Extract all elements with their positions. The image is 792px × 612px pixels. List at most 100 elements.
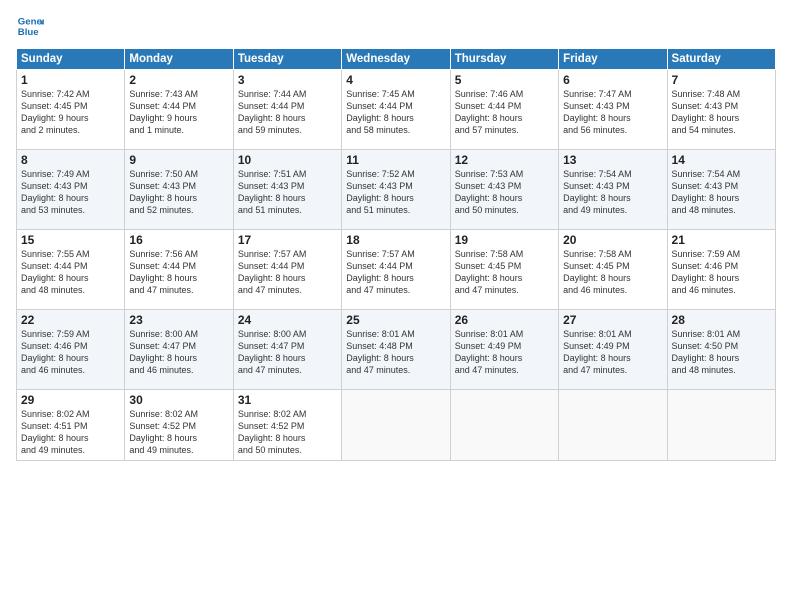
day-number: 10 xyxy=(238,153,337,167)
calendar-cell: 30Sunrise: 8:02 AMSunset: 4:52 PMDayligh… xyxy=(125,390,233,461)
calendar-cell: 15Sunrise: 7:55 AMSunset: 4:44 PMDayligh… xyxy=(17,230,125,310)
day-number: 20 xyxy=(563,233,662,247)
day-number: 21 xyxy=(672,233,771,247)
calendar-cell: 10Sunrise: 7:51 AMSunset: 4:43 PMDayligh… xyxy=(233,150,341,230)
calendar-cell: 7Sunrise: 7:48 AMSunset: 4:43 PMDaylight… xyxy=(667,70,775,150)
day-number: 25 xyxy=(346,313,445,327)
calendar-cell: 26Sunrise: 8:01 AMSunset: 4:49 PMDayligh… xyxy=(450,310,558,390)
calendar-cell: 27Sunrise: 8:01 AMSunset: 4:49 PMDayligh… xyxy=(559,310,667,390)
calendar-cell xyxy=(667,390,775,461)
calendar-cell: 20Sunrise: 7:58 AMSunset: 4:45 PMDayligh… xyxy=(559,230,667,310)
cell-details: Sunrise: 7:56 AMSunset: 4:44 PMDaylight:… xyxy=(129,248,228,297)
col-header-friday: Friday xyxy=(559,49,667,70)
calendar-cell: 5Sunrise: 7:46 AMSunset: 4:44 PMDaylight… xyxy=(450,70,558,150)
col-header-saturday: Saturday xyxy=(667,49,775,70)
calendar-cell: 29Sunrise: 8:02 AMSunset: 4:51 PMDayligh… xyxy=(17,390,125,461)
calendar-cell: 24Sunrise: 8:00 AMSunset: 4:47 PMDayligh… xyxy=(233,310,341,390)
cell-details: Sunrise: 7:43 AMSunset: 4:44 PMDaylight:… xyxy=(129,88,228,137)
calendar-cell: 17Sunrise: 7:57 AMSunset: 4:44 PMDayligh… xyxy=(233,230,341,310)
day-number: 27 xyxy=(563,313,662,327)
cell-details: Sunrise: 8:01 AMSunset: 4:49 PMDaylight:… xyxy=(563,328,662,377)
cell-details: Sunrise: 8:01 AMSunset: 4:48 PMDaylight:… xyxy=(346,328,445,377)
calendar-cell: 22Sunrise: 7:59 AMSunset: 4:46 PMDayligh… xyxy=(17,310,125,390)
cell-details: Sunrise: 7:42 AMSunset: 4:45 PMDaylight:… xyxy=(21,88,120,137)
calendar-cell: 18Sunrise: 7:57 AMSunset: 4:44 PMDayligh… xyxy=(342,230,450,310)
day-number: 6 xyxy=(563,73,662,87)
calendar-cell xyxy=(450,390,558,461)
calendar-cell: 6Sunrise: 7:47 AMSunset: 4:43 PMDaylight… xyxy=(559,70,667,150)
day-number: 26 xyxy=(455,313,554,327)
calendar-cell xyxy=(559,390,667,461)
calendar-cell: 19Sunrise: 7:58 AMSunset: 4:45 PMDayligh… xyxy=(450,230,558,310)
day-number: 8 xyxy=(21,153,120,167)
cell-details: Sunrise: 8:01 AMSunset: 4:49 PMDaylight:… xyxy=(455,328,554,377)
svg-text:General: General xyxy=(18,16,44,27)
cell-details: Sunrise: 7:54 AMSunset: 4:43 PMDaylight:… xyxy=(563,168,662,217)
cell-details: Sunrise: 8:02 AMSunset: 4:51 PMDaylight:… xyxy=(21,408,120,457)
calendar-cell: 12Sunrise: 7:53 AMSunset: 4:43 PMDayligh… xyxy=(450,150,558,230)
cell-details: Sunrise: 7:48 AMSunset: 4:43 PMDaylight:… xyxy=(672,88,771,137)
day-number: 4 xyxy=(346,73,445,87)
cell-details: Sunrise: 7:58 AMSunset: 4:45 PMDaylight:… xyxy=(563,248,662,297)
calendar-header-row: SundayMondayTuesdayWednesdayThursdayFrid… xyxy=(17,49,776,70)
cell-details: Sunrise: 7:55 AMSunset: 4:44 PMDaylight:… xyxy=(21,248,120,297)
cell-details: Sunrise: 7:47 AMSunset: 4:43 PMDaylight:… xyxy=(563,88,662,137)
cell-details: Sunrise: 7:51 AMSunset: 4:43 PMDaylight:… xyxy=(238,168,337,217)
day-number: 1 xyxy=(21,73,120,87)
calendar-cell: 23Sunrise: 8:00 AMSunset: 4:47 PMDayligh… xyxy=(125,310,233,390)
calendar-cell: 13Sunrise: 7:54 AMSunset: 4:43 PMDayligh… xyxy=(559,150,667,230)
calendar-cell xyxy=(342,390,450,461)
cell-details: Sunrise: 7:59 AMSunset: 4:46 PMDaylight:… xyxy=(21,328,120,377)
cell-details: Sunrise: 7:57 AMSunset: 4:44 PMDaylight:… xyxy=(346,248,445,297)
day-number: 17 xyxy=(238,233,337,247)
col-header-tuesday: Tuesday xyxy=(233,49,341,70)
day-number: 11 xyxy=(346,153,445,167)
cell-details: Sunrise: 7:59 AMSunset: 4:46 PMDaylight:… xyxy=(672,248,771,297)
col-header-thursday: Thursday xyxy=(450,49,558,70)
cell-details: Sunrise: 8:00 AMSunset: 4:47 PMDaylight:… xyxy=(129,328,228,377)
cell-details: Sunrise: 7:49 AMSunset: 4:43 PMDaylight:… xyxy=(21,168,120,217)
calendar-cell: 4Sunrise: 7:45 AMSunset: 4:44 PMDaylight… xyxy=(342,70,450,150)
cell-details: Sunrise: 8:02 AMSunset: 4:52 PMDaylight:… xyxy=(238,408,337,457)
cell-details: Sunrise: 7:44 AMSunset: 4:44 PMDaylight:… xyxy=(238,88,337,137)
cell-details: Sunrise: 7:46 AMSunset: 4:44 PMDaylight:… xyxy=(455,88,554,137)
cell-details: Sunrise: 8:00 AMSunset: 4:47 PMDaylight:… xyxy=(238,328,337,377)
calendar-cell: 21Sunrise: 7:59 AMSunset: 4:46 PMDayligh… xyxy=(667,230,775,310)
calendar-cell: 1Sunrise: 7:42 AMSunset: 4:45 PMDaylight… xyxy=(17,70,125,150)
calendar-table: SundayMondayTuesdayWednesdayThursdayFrid… xyxy=(16,48,776,461)
cell-details: Sunrise: 7:54 AMSunset: 4:43 PMDaylight:… xyxy=(672,168,771,217)
day-number: 22 xyxy=(21,313,120,327)
calendar-cell: 11Sunrise: 7:52 AMSunset: 4:43 PMDayligh… xyxy=(342,150,450,230)
calendar-cell: 9Sunrise: 7:50 AMSunset: 4:43 PMDaylight… xyxy=(125,150,233,230)
cell-details: Sunrise: 8:02 AMSunset: 4:52 PMDaylight:… xyxy=(129,408,228,457)
cell-details: Sunrise: 7:52 AMSunset: 4:43 PMDaylight:… xyxy=(346,168,445,217)
calendar-cell: 3Sunrise: 7:44 AMSunset: 4:44 PMDaylight… xyxy=(233,70,341,150)
day-number: 23 xyxy=(129,313,228,327)
col-header-monday: Monday xyxy=(125,49,233,70)
day-number: 5 xyxy=(455,73,554,87)
day-number: 16 xyxy=(129,233,228,247)
calendar-cell: 14Sunrise: 7:54 AMSunset: 4:43 PMDayligh… xyxy=(667,150,775,230)
logo-icon: General Blue xyxy=(16,12,44,40)
logo: General Blue xyxy=(16,12,48,40)
header: General Blue xyxy=(16,12,776,40)
calendar-cell: 31Sunrise: 8:02 AMSunset: 4:52 PMDayligh… xyxy=(233,390,341,461)
calendar-cell: 8Sunrise: 7:49 AMSunset: 4:43 PMDaylight… xyxy=(17,150,125,230)
day-number: 29 xyxy=(21,393,120,407)
day-number: 13 xyxy=(563,153,662,167)
cell-details: Sunrise: 7:45 AMSunset: 4:44 PMDaylight:… xyxy=(346,88,445,137)
cell-details: Sunrise: 7:50 AMSunset: 4:43 PMDaylight:… xyxy=(129,168,228,217)
day-number: 30 xyxy=(129,393,228,407)
day-number: 9 xyxy=(129,153,228,167)
day-number: 31 xyxy=(238,393,337,407)
day-number: 24 xyxy=(238,313,337,327)
col-header-sunday: Sunday xyxy=(17,49,125,70)
day-number: 7 xyxy=(672,73,771,87)
day-number: 15 xyxy=(21,233,120,247)
cell-details: Sunrise: 7:58 AMSunset: 4:45 PMDaylight:… xyxy=(455,248,554,297)
day-number: 19 xyxy=(455,233,554,247)
day-number: 18 xyxy=(346,233,445,247)
calendar-cell: 25Sunrise: 8:01 AMSunset: 4:48 PMDayligh… xyxy=(342,310,450,390)
main-container: General Blue SundayMondayTuesdayWednesda… xyxy=(0,0,792,612)
cell-details: Sunrise: 8:01 AMSunset: 4:50 PMDaylight:… xyxy=(672,328,771,377)
